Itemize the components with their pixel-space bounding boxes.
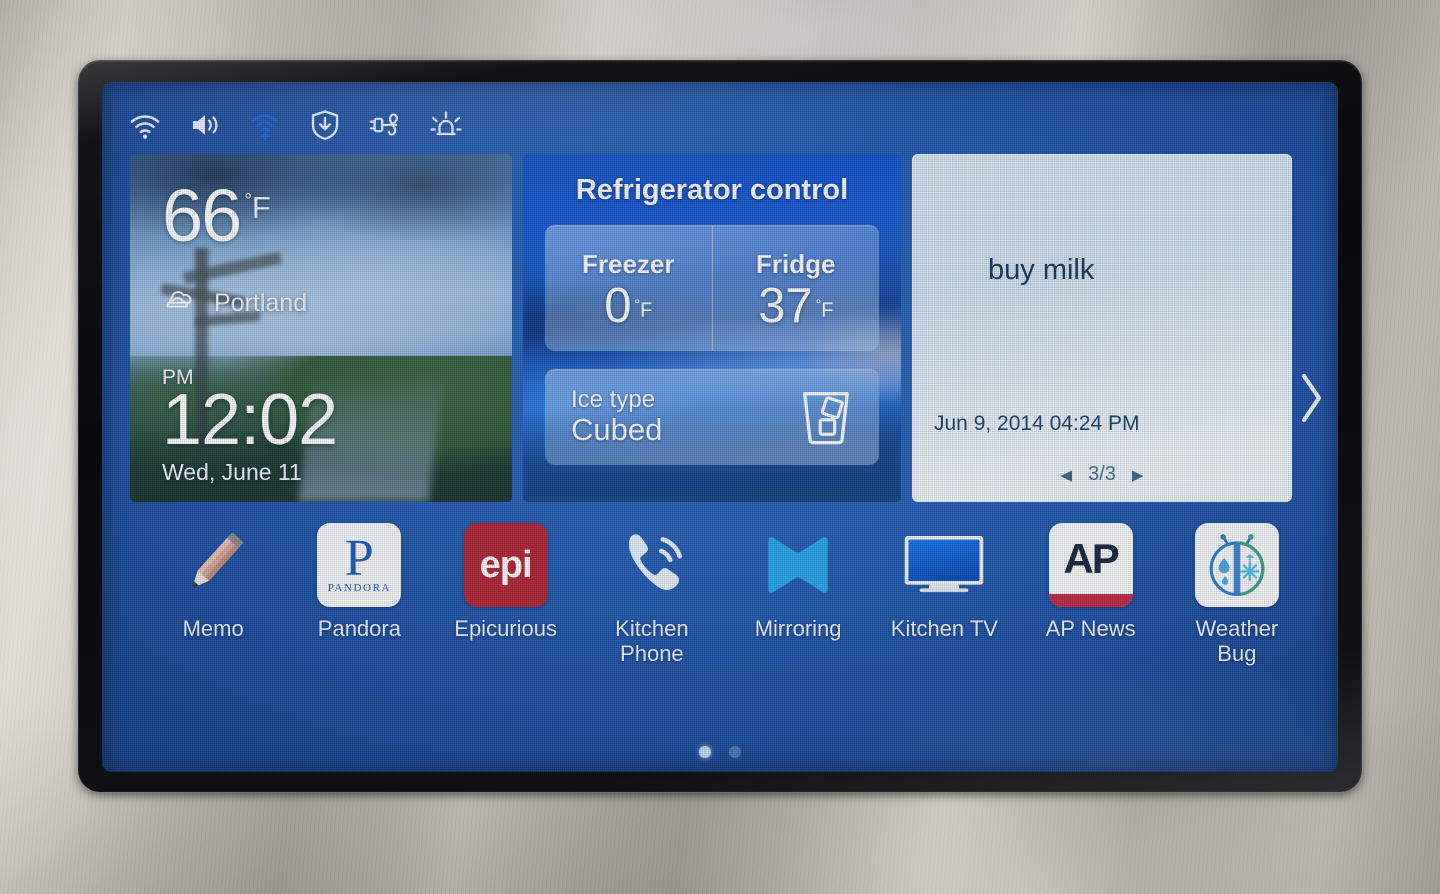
- freezer-label: Freezer: [582, 249, 675, 279]
- clock-time: 12:02: [162, 379, 338, 460]
- screen-mirroring-icon: [755, 522, 841, 608]
- app-pandora[interactable]: P PANDORA Pandora: [286, 522, 432, 642]
- temperature-unit: °F: [244, 190, 271, 226]
- refrigerator-door-panel: 66 °F Portland PM 12:02 Wed, June 11 Ref…: [0, 0, 1440, 894]
- ice-cubes-glass-icon: [797, 385, 855, 450]
- app-dock: Memo P PANDORA Pandora epi Epicurious Ki…: [126, 522, 1324, 712]
- fridge-label: Fridge: [756, 249, 836, 279]
- touchscreen[interactable]: 66 °F Portland PM 12:02 Wed, June 11 Ref…: [102, 82, 1338, 772]
- pandora-mark: P: [344, 530, 374, 588]
- shield-download-icon[interactable]: [308, 108, 342, 142]
- app-label-line2: Bug: [1217, 640, 1257, 666]
- temperature-card[interactable]: Freezer 0 °F Fridge 37 °F: [545, 225, 879, 351]
- alarm-light-icon[interactable]: [428, 108, 462, 142]
- ice-type-text: Ice type Cubed: [571, 386, 663, 448]
- pencil-icon: [170, 522, 256, 608]
- current-temperature: 66 °F: [162, 174, 271, 257]
- weather-location-row: Portland: [160, 286, 307, 321]
- clock-block: PM 12:02 Wed, June 11: [162, 366, 338, 486]
- app-ap-news[interactable]: AP AP News: [1018, 522, 1164, 642]
- ice-type-value: Cubed: [571, 412, 663, 448]
- app-epicurious[interactable]: epi Epicurious: [433, 522, 579, 642]
- memo-next-button[interactable]: ▶: [1132, 466, 1144, 484]
- plug-unplugged-icon[interactable]: [368, 108, 402, 142]
- app-weather-bug[interactable]: Weather Bug: [1164, 522, 1310, 666]
- phone-ringing-icon: [609, 522, 695, 608]
- app-label: Weather Bug: [1195, 616, 1279, 666]
- speaker-icon[interactable]: [188, 108, 222, 142]
- wifi-icon[interactable]: [128, 108, 162, 142]
- ap-mark: AP: [1063, 534, 1119, 582]
- chevron-right-icon[interactable]: [1296, 370, 1326, 431]
- epicurious-mark: epi: [479, 543, 533, 586]
- page-dot-2[interactable]: [729, 746, 741, 758]
- memo-paper-texture: [912, 154, 1292, 502]
- freezer-temperature-unit: °F: [634, 296, 652, 323]
- memo-timestamp: Jun 9, 2014 04:24 PM: [934, 412, 1140, 435]
- memo-note-text: buy milk: [988, 254, 1095, 286]
- app-kitchen-tv[interactable]: Kitchen TV: [871, 522, 1017, 642]
- app-memo[interactable]: Memo: [140, 522, 286, 642]
- app-label-line1: Weather: [1195, 616, 1279, 641]
- fridge-temperature-value: 37: [758, 279, 813, 333]
- app-label: Pandora: [317, 616, 401, 641]
- pandora-wordmark: PANDORA: [327, 581, 392, 594]
- temperature-value: 66: [162, 174, 242, 257]
- app-label: AP News: [1045, 616, 1136, 641]
- weatherbug-logo-icon: [1194, 522, 1280, 608]
- app-label-line2: Phone: [620, 640, 684, 666]
- freezer-temperature-control[interactable]: Freezer 0 °F: [545, 225, 712, 351]
- page-dot-1[interactable]: [699, 746, 711, 758]
- weather-city-label: Portland: [214, 289, 308, 317]
- pandora-logo-icon: P PANDORA: [316, 522, 402, 608]
- unit-letter: F: [251, 190, 271, 225]
- clock-date: Wed, June 11: [162, 459, 302, 485]
- memo-widget[interactable]: buy milk Jun 9, 2014 04:24 PM ◀ 3/3 ▶: [912, 154, 1292, 502]
- status-bar: [128, 108, 462, 142]
- memo-pager: ◀ 3/3 ▶: [912, 463, 1292, 486]
- wifi-direct-icon[interactable]: [248, 108, 282, 142]
- app-label: Kitchen Phone: [615, 616, 689, 666]
- ice-type-label: Ice type: [571, 386, 656, 414]
- fridge-temperature-unit: °F: [816, 296, 834, 323]
- app-label: Mirroring: [754, 616, 842, 641]
- unit-letter: F: [821, 299, 834, 322]
- epicurious-logo-icon: epi: [463, 522, 549, 608]
- widget-row: 66 °F Portland PM 12:02 Wed, June 11 Ref…: [130, 154, 1310, 502]
- fridge-temperature-control[interactable]: Fridge 37 °F: [711, 225, 880, 351]
- ap-red-bar: [1048, 594, 1133, 607]
- weather-clock-widget[interactable]: 66 °F Portland PM 12:02 Wed, June 11: [130, 154, 512, 502]
- home-page-indicator[interactable]: [102, 746, 1338, 758]
- unit-letter: F: [640, 299, 653, 322]
- app-mirroring[interactable]: Mirroring: [725, 522, 871, 642]
- app-label: Memo: [182, 616, 244, 641]
- app-label: Epicurious: [454, 616, 557, 641]
- refrigerator-control-widget[interactable]: Refrigerator control Freezer 0 °F Fridge…: [523, 154, 901, 502]
- freezer-temperature-value: 0: [604, 279, 632, 333]
- ap-news-logo-icon: AP: [1048, 522, 1134, 608]
- app-label: Kitchen TV: [890, 616, 998, 641]
- app-label-line1: Kitchen: [615, 616, 689, 641]
- app-kitchen-phone[interactable]: Kitchen Phone: [579, 522, 725, 666]
- memo-page-indicator: 3/3: [1088, 463, 1116, 485]
- refrigerator-control-title: Refrigerator control: [575, 174, 849, 206]
- ice-type-card[interactable]: Ice type Cubed: [545, 369, 879, 465]
- degree-symbol: °: [244, 190, 252, 212]
- television-icon: [901, 522, 987, 608]
- display-bezel: 66 °F Portland PM 12:02 Wed, June 11 Ref…: [78, 60, 1362, 792]
- cloud-icon: [160, 286, 204, 321]
- memo-prev-button[interactable]: ◀: [1061, 466, 1073, 484]
